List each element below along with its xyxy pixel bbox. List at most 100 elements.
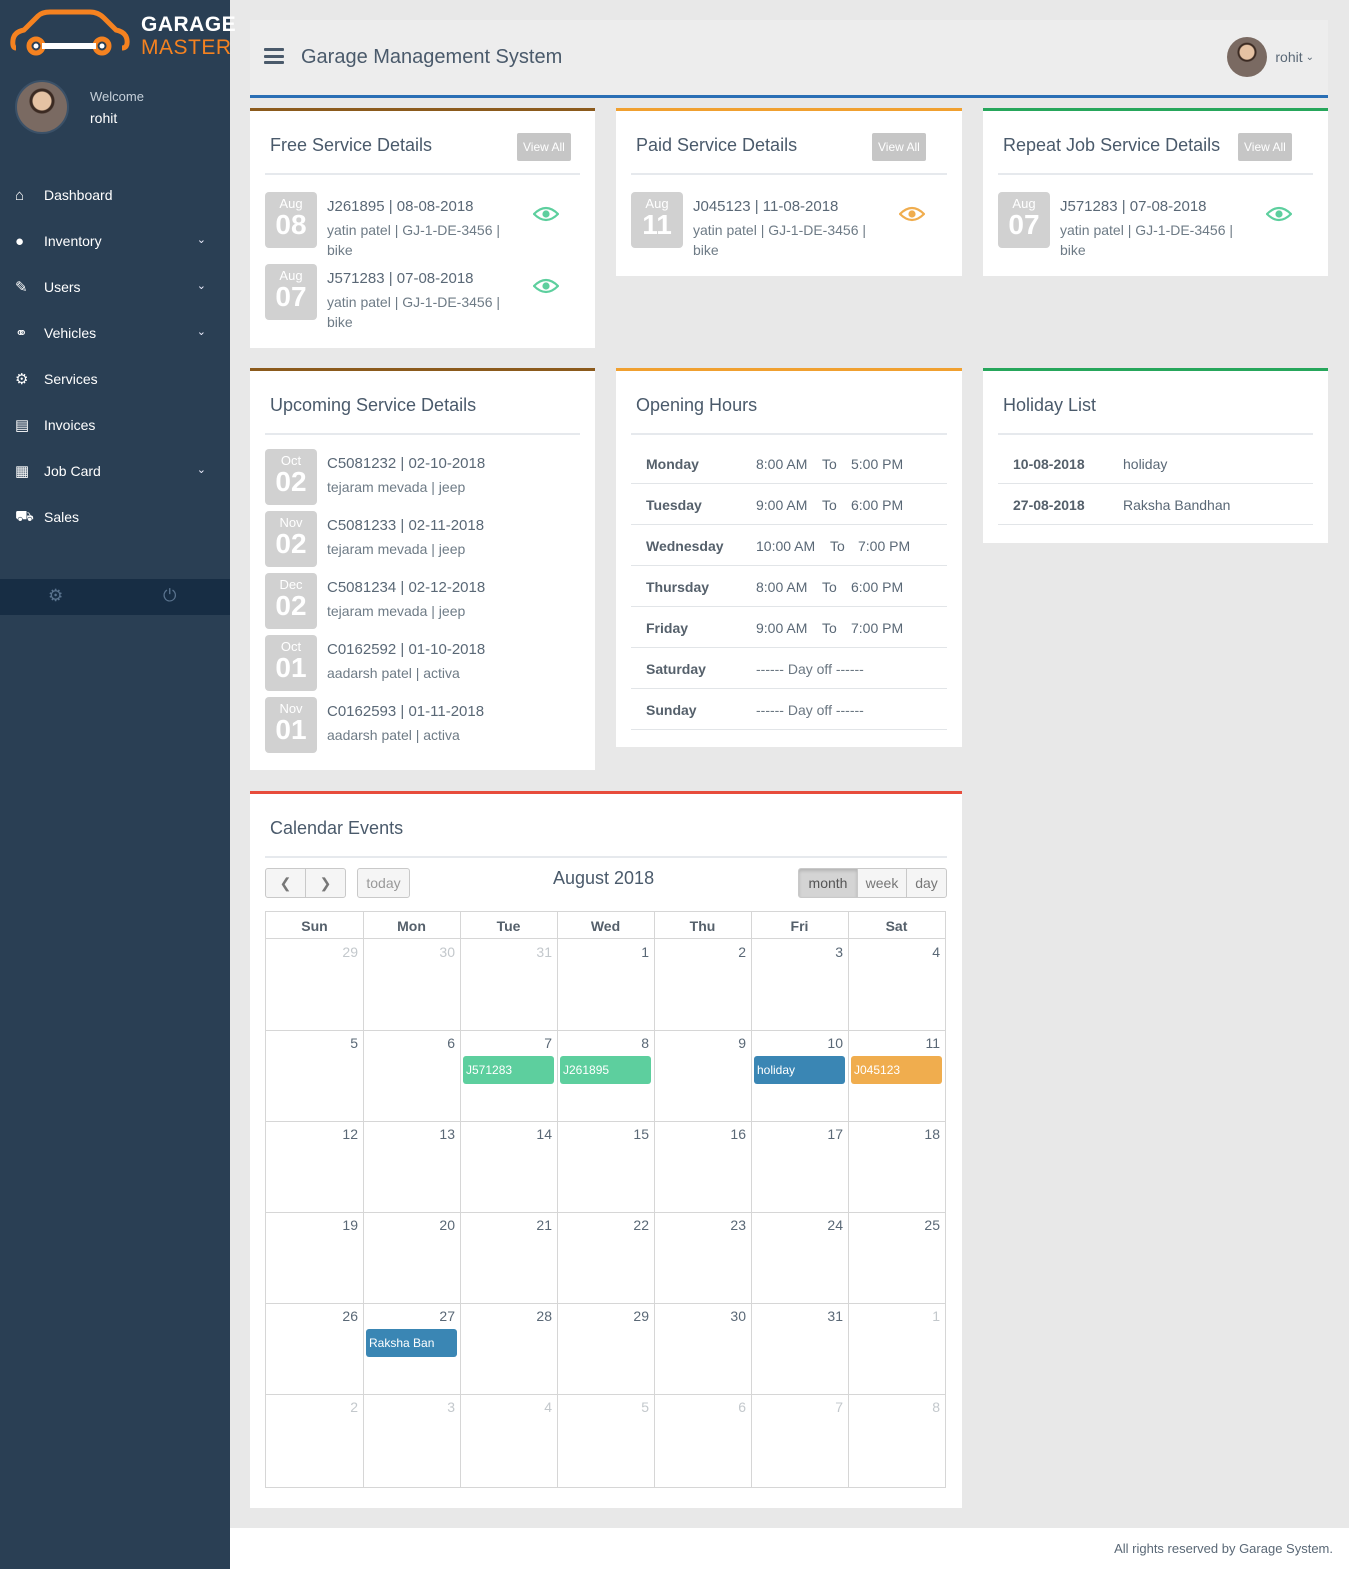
eye-icon[interactable]	[533, 206, 559, 222]
calendar-event[interactable]: J571283	[463, 1056, 554, 1084]
sidebar-profile: Welcome rohit	[15, 80, 225, 135]
upcoming-item[interactable]: Nov 02 C5081233 | 02-11-2018 tejaram meva…	[265, 511, 565, 571]
chevron-down-icon: ⌄	[1305, 51, 1314, 63]
calendar-day-number: 5	[350, 1035, 358, 1051]
holiday-row: 10-08-2018 holiday	[998, 443, 1313, 484]
service-customer: aadarsh patel | activa	[327, 665, 460, 681]
calendar-day-number: 17	[827, 1126, 843, 1142]
view-day-button[interactable]: day	[906, 868, 947, 898]
calendar-day-number: 4	[544, 1399, 552, 1415]
weekday-label: Thu	[689, 918, 716, 934]
calendar-event[interactable]: J261895	[560, 1056, 651, 1084]
sidebar-item-label: Inventory	[44, 233, 102, 249]
panel-title: Repeat Job Service Details	[1003, 135, 1221, 155]
sidebar-item-dashboard[interactable]: ⌂ Dashboard	[0, 172, 230, 218]
sidebar-item-vehicles[interactable]: ⚭ Vehicles ⌄	[0, 310, 230, 356]
chevron-left-icon: ❮	[279, 875, 292, 891]
calendar-event[interactable]: Raksha Ban	[366, 1329, 457, 1357]
calendar-day-number: 24	[827, 1217, 843, 1233]
paid-service-panel: Paid Service Details View All Aug 11 J045…	[616, 108, 962, 276]
calendar-day-number: 31	[536, 944, 552, 960]
calendar-day-number: 25	[924, 1217, 940, 1233]
service-id: C5081232 | 02-10-2018	[327, 455, 486, 472]
calendar-day-number: 4	[932, 944, 940, 960]
brand-logo[interactable]: GARAGE MASTER	[10, 8, 236, 63]
service-customer: tejaram mevada | jeep	[327, 479, 466, 495]
chevron-down-icon: ⌄	[196, 234, 206, 246]
calendar-weekday-header: Sun Mon Tue Wed Thu Fri Sat	[266, 912, 945, 939]
power-icon[interactable]: ⏻	[163, 586, 176, 606]
service-id: J045123 | 11-08-2018	[693, 198, 839, 215]
upcoming-item[interactable]: Nov 01 C0162593 | 01-11-2018 aadarsh pate…	[265, 697, 565, 757]
calendar-day-number: 2	[738, 944, 746, 960]
view-all-button[interactable]: View All	[1238, 133, 1292, 161]
sidebar-item-job-card[interactable]: ▦ Job Card ⌄	[0, 448, 230, 494]
view-week-button[interactable]: week	[857, 868, 907, 898]
service-item[interactable]: Aug 08 J261895 | 08-08-2018 yatin patel |…	[265, 192, 565, 258]
calendar-day-number: 22	[633, 1217, 649, 1233]
opening-hours-panel: Opening Hours Monday 8:00 AM To 5:00 PM Tue…	[616, 368, 962, 747]
upcoming-service-panel: Upcoming Service Details Oct 02 C5081232 …	[250, 368, 595, 770]
calendar-day-number: 10	[827, 1035, 843, 1051]
edit-icon: ✎	[15, 279, 28, 296]
sidebar-footer: ⚙ ⏻	[0, 579, 230, 615]
service-id: J571283 | 07-08-2018	[327, 270, 474, 287]
eye-icon[interactable]	[899, 206, 925, 222]
view-month-button[interactable]: month	[798, 868, 858, 898]
sidebar-item-label: Invoices	[44, 417, 96, 433]
upcoming-item[interactable]: Dec 02 C5081234 | 02-12-2018 tejaram meva…	[265, 573, 565, 633]
sidebar-item-label: Users	[44, 279, 81, 295]
user-menu-name: rohit	[1275, 49, 1303, 65]
panel-title: Opening Hours	[636, 395, 758, 415]
calendar-prev-button[interactable]: ❮	[265, 868, 306, 898]
cogs-icon: ⚙	[15, 371, 29, 388]
view-all-button[interactable]: View All	[872, 133, 926, 161]
calendar-day-number: 2	[350, 1399, 358, 1415]
service-item[interactable]: Aug 07 J571283 | 07-08-2018 yatin patel |…	[998, 192, 1298, 258]
date-badge: Aug 07	[998, 192, 1050, 248]
sidebar-item-users[interactable]: ✎ Users ⌄	[0, 264, 230, 310]
service-customer: yatin patel | GJ-1-DE-3456 | bike	[327, 294, 501, 330]
calendar-day-number: 18	[924, 1126, 940, 1142]
calendar-day-number: 7	[835, 1399, 843, 1415]
sidebar-nav: ⌂ Dashboard ● Inventory ⌄ ✎ Users ⌄ ⚭ Vehicles…	[0, 172, 230, 540]
calendar-day-number: 19	[342, 1217, 358, 1233]
eye-icon[interactable]	[1266, 206, 1292, 222]
calendar-event[interactable]: holiday	[754, 1056, 845, 1084]
sidebar-item-invoices[interactable]: ▤ Invoices	[0, 402, 230, 448]
service-id: C5081233 | 02-11-2018	[327, 517, 485, 534]
settings-gear-icon[interactable]: ⚙	[48, 586, 63, 606]
calendar-day-number: 1	[932, 1308, 940, 1324]
calendar-day-number: 14	[536, 1126, 552, 1142]
calendar-next-button[interactable]: ❯	[305, 868, 346, 898]
chevron-down-icon: ⌄	[196, 280, 206, 292]
hours-row: Thursday 8:00 AM To 6:00 PM	[631, 566, 947, 607]
chevron-down-icon: ⌄	[196, 464, 206, 476]
sidebar-item-label: Dashboard	[44, 187, 113, 203]
service-id: C0162593 | 01-11-2018	[327, 703, 485, 720]
menu-toggle-icon[interactable]	[264, 48, 284, 64]
chevron-right-icon: ❯	[319, 875, 332, 891]
panel-title: Holiday List	[1003, 395, 1097, 415]
sidebar-item-inventory[interactable]: ● Inventory ⌄	[0, 218, 230, 264]
service-item[interactable]: Aug 11 J045123 | 11-08-2018 yatin patel |…	[631, 192, 931, 258]
calendar-grid: Sun Mon Tue Wed Thu Fri Sat 29 30 31 1 2 3 4 5 6…	[265, 911, 946, 1488]
calendar-day-number: 16	[730, 1126, 746, 1142]
upcoming-item[interactable]: Oct 02 C5081232 | 02-10-2018 tejaram meva…	[265, 449, 565, 509]
top-navbar: Garage Management System rohit ⌄	[250, 20, 1328, 98]
file-icon: ▤	[15, 417, 30, 434]
sidebar-item-sales[interactable]: ⛟ Sales	[0, 494, 230, 540]
eye-icon[interactable]	[533, 278, 559, 294]
calendar-day-number: 26	[342, 1308, 358, 1324]
date-badge: Oct 02	[265, 449, 317, 505]
car-wrench-icon	[10, 9, 130, 56]
user-menu[interactable]: rohit ⌄	[1227, 37, 1314, 77]
sidebar-item-services[interactable]: ⚙ Services	[0, 356, 230, 402]
calendar-event[interactable]: J045123	[851, 1056, 942, 1084]
calendar-day-number: 21	[536, 1217, 552, 1233]
view-all-button[interactable]: View All	[517, 133, 571, 161]
upcoming-item[interactable]: Oct 01 C0162592 | 01-10-2018 aadarsh pate…	[265, 635, 565, 695]
calendar-today-button[interactable]: today	[357, 868, 410, 898]
service-customer: yatin patel | GJ-1-DE-3456 | bike	[327, 222, 501, 258]
service-item[interactable]: Aug 07 J571283 | 07-08-2018 yatin patel |…	[265, 264, 565, 330]
